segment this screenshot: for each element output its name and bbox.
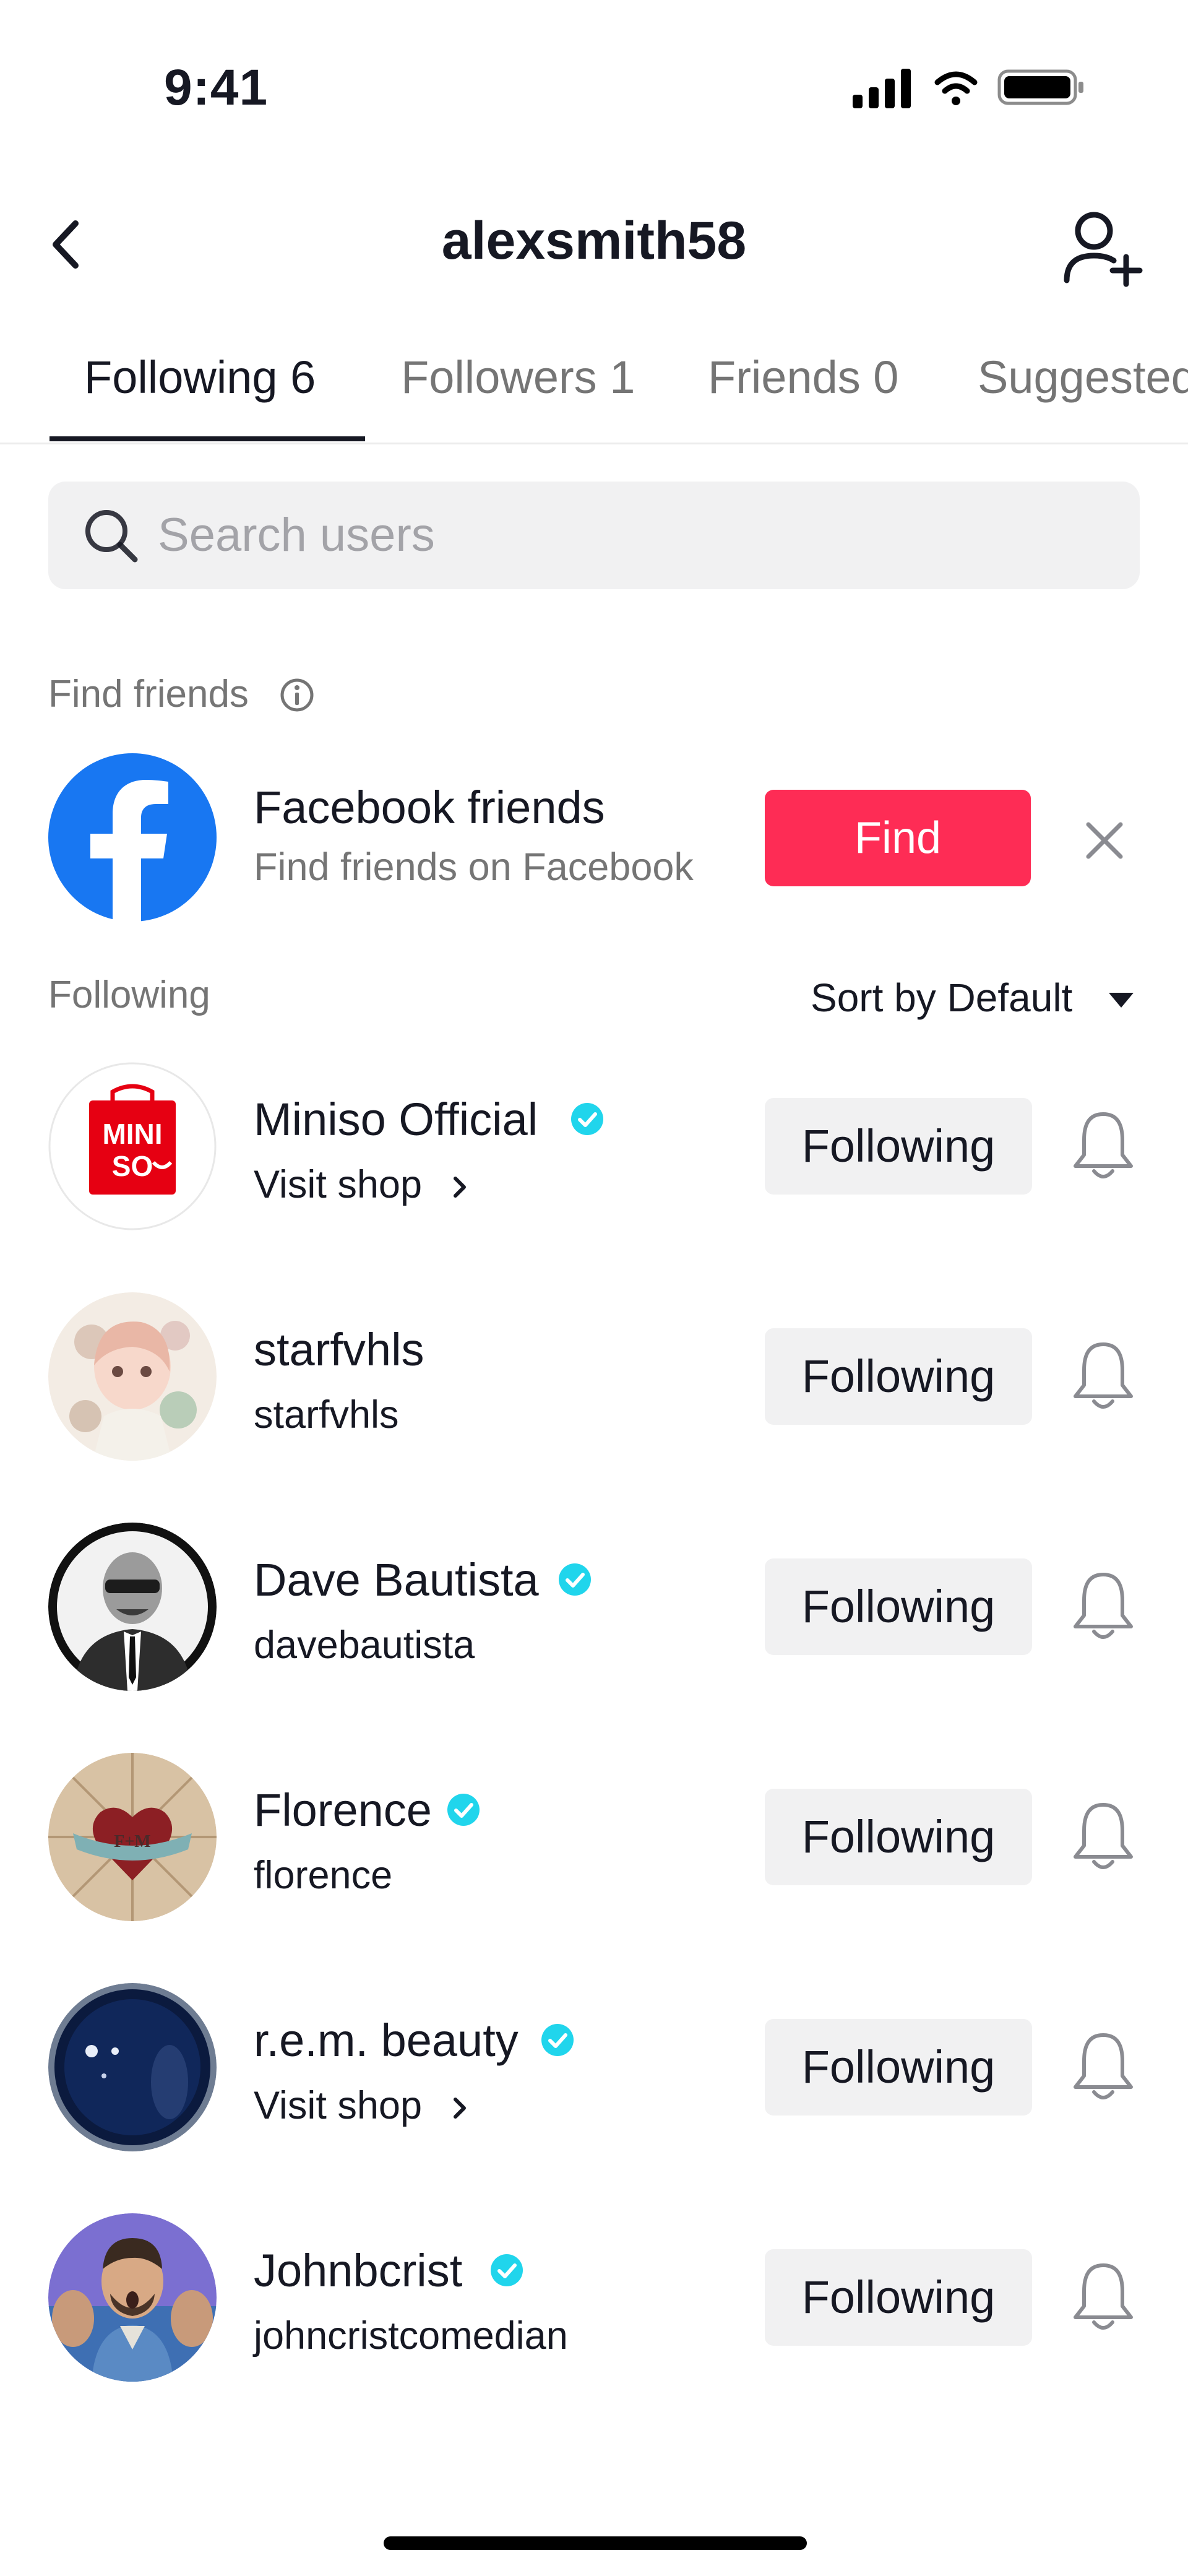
- tab-suggested[interactable]: Suggested: [978, 347, 1188, 446]
- avatar-florence[interactable]: F+M: [48, 1753, 217, 1921]
- bell-icon[interactable]: [1069, 1570, 1137, 1644]
- tab-following[interactable]: Following 6: [84, 347, 316, 446]
- search-input[interactable]: [158, 500, 1086, 569]
- facebook-friends-subtitle: Find friends on Facebook: [254, 845, 694, 889]
- status-icons: [853, 69, 1083, 108]
- following-button[interactable]: Following: [765, 2019, 1032, 2116]
- avatar-johnbcrist[interactable]: [48, 2213, 217, 2382]
- battery-icon: [997, 69, 1083, 105]
- avatar-rem-beauty[interactable]: [48, 1983, 217, 2151]
- bell-icon[interactable]: [1069, 1339, 1137, 1414]
- user-handle: davebautista: [254, 1623, 475, 1667]
- bell-icon[interactable]: [1069, 2260, 1137, 2335]
- avatar-dave-bautista[interactable]: [48, 1523, 217, 1691]
- facebook-logo-icon: [48, 753, 217, 922]
- verified-badge-icon: [447, 1794, 480, 1826]
- tab-bar: Following 6 Followers 1 Friends 0 Sugges…: [0, 347, 1188, 446]
- user-handle: starfvhls: [254, 1393, 399, 1437]
- following-button[interactable]: Following: [765, 2249, 1032, 2346]
- user-name[interactable]: r.e.m. beauty: [254, 2014, 519, 2067]
- user-handle: florence: [254, 1854, 393, 1897]
- following-button[interactable]: Following: [765, 1558, 1032, 1655]
- chevron-right-icon[interactable]: [450, 1173, 469, 1201]
- user-handle: johncristcomedian: [254, 2314, 568, 2358]
- user-name[interactable]: Johnbcrist: [254, 2244, 462, 2297]
- avatar-starfvhls[interactable]: [48, 1292, 217, 1461]
- status-time: 9:41: [164, 59, 269, 116]
- visit-shop-link[interactable]: Visit shop: [254, 2083, 422, 2128]
- active-tab-indicator: [50, 436, 365, 441]
- find-friends-label: Find friends: [48, 673, 249, 715]
- svg-text:MINI: MINI: [102, 1118, 162, 1150]
- bell-icon[interactable]: [1069, 2030, 1137, 2104]
- sort-dropdown[interactable]: Sort by Default: [811, 975, 1072, 1021]
- close-icon[interactable]: [1080, 816, 1129, 865]
- chevron-right-icon[interactable]: [450, 2094, 469, 2122]
- user-name[interactable]: Florence: [254, 1784, 432, 1836]
- following-section-label: Following: [48, 974, 210, 1016]
- verified-badge-icon: [491, 2254, 523, 2286]
- bell-icon[interactable]: [1069, 1800, 1137, 1874]
- following-button[interactable]: Following: [765, 1098, 1032, 1195]
- home-indicator: [384, 2536, 807, 2550]
- tab-followers[interactable]: Followers 1: [401, 347, 635, 446]
- info-icon[interactable]: [278, 676, 316, 714]
- following-button[interactable]: Following: [765, 1789, 1032, 1885]
- page-title: alexsmith58: [441, 211, 747, 270]
- verified-badge-icon: [571, 1103, 603, 1135]
- visit-shop-link[interactable]: Visit shop: [254, 1162, 422, 1207]
- signal-icon: [853, 69, 911, 108]
- verified-badge-icon: [541, 2024, 574, 2056]
- caret-down-icon[interactable]: [1108, 990, 1135, 1009]
- bell-icon[interactable]: [1069, 1109, 1137, 1183]
- facebook-friends-title: Facebook friends: [254, 782, 605, 833]
- wifi-icon: [934, 71, 978, 105]
- avatar-miniso[interactable]: MINI SO: [48, 1062, 217, 1230]
- add-user-icon[interactable]: [1058, 207, 1145, 288]
- user-name[interactable]: starfvhls: [254, 1323, 424, 1376]
- svg-text:F+M: F+M: [114, 1832, 151, 1851]
- user-name[interactable]: Dave Bautista: [254, 1554, 539, 1606]
- following-button[interactable]: Following: [765, 1328, 1032, 1425]
- tab-friends[interactable]: Friends 0: [708, 347, 898, 446]
- user-name[interactable]: Miniso Official: [254, 1093, 538, 1146]
- find-button[interactable]: Find: [765, 790, 1031, 886]
- verified-badge-icon: [559, 1563, 591, 1596]
- search-icon: [85, 510, 138, 563]
- svg-text:SO: SO: [112, 1150, 153, 1182]
- tab-divider: [0, 443, 1188, 444]
